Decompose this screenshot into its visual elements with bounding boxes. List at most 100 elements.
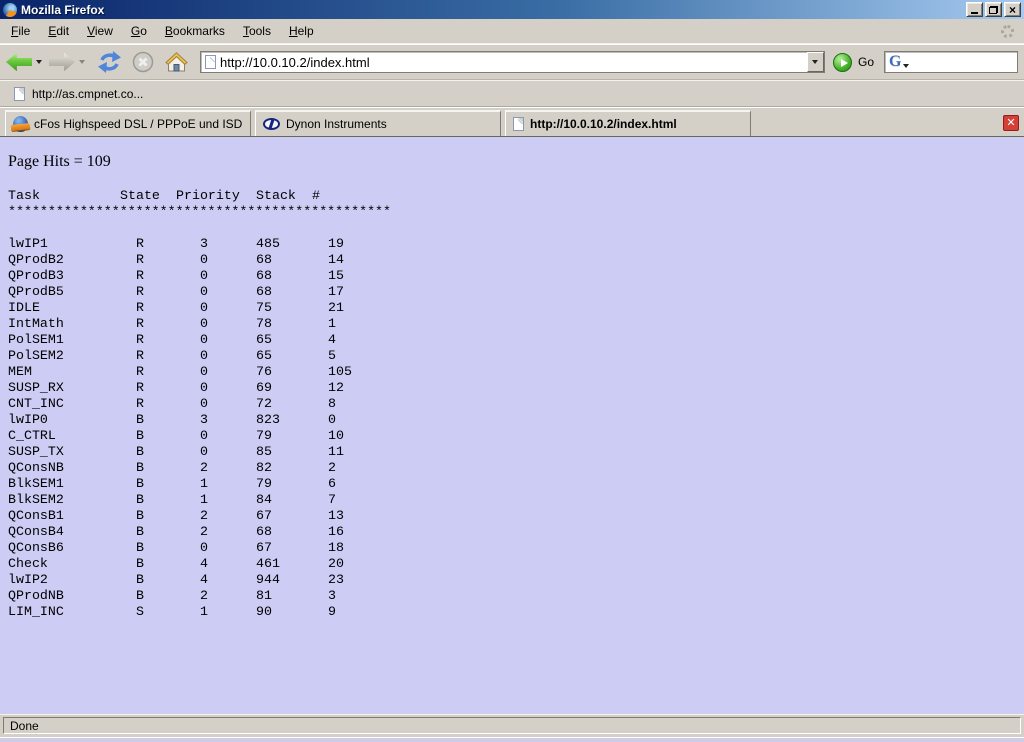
bookmark-label: http://as.cmpnet.co... xyxy=(32,87,143,101)
count-cell: 4 xyxy=(328,332,336,348)
table-row: SUSP_TXB08511 xyxy=(8,444,1016,460)
count-cell: 15 xyxy=(328,268,344,284)
search-bar[interactable]: G xyxy=(884,51,1018,73)
address-dropdown-caret xyxy=(812,60,818,64)
priority-cell: 0 xyxy=(200,444,256,460)
task-name-cell: MEM xyxy=(8,364,136,380)
dynon-icon xyxy=(263,118,280,130)
google-g-icon[interactable]: G xyxy=(889,54,901,70)
tab-label: Dynon Instruments xyxy=(286,117,387,131)
stop-button[interactable] xyxy=(132,51,154,73)
priority-cell: 1 xyxy=(200,492,256,508)
tab-dynon[interactable]: Dynon Instruments xyxy=(255,110,501,136)
stack-cell: 79 xyxy=(256,428,328,444)
menu-item[interactable]: Edit xyxy=(39,21,78,41)
tab-cfos[interactable]: cFos Highspeed DSL / PPPoE und ISDN CAP.… xyxy=(5,110,251,136)
table-row: QConsNBB2822 xyxy=(8,460,1016,476)
table-row: IntMathR0781 xyxy=(8,316,1016,332)
search-input[interactable] xyxy=(909,53,1024,71)
bookmark-item[interactable]: http://as.cmpnet.co... xyxy=(10,85,147,103)
stack-cell: 68 xyxy=(256,284,328,300)
count-cell: 21 xyxy=(328,300,344,316)
priority-cell: 0 xyxy=(200,380,256,396)
header-stack: Stack xyxy=(256,188,312,204)
count-cell: 11 xyxy=(328,444,344,460)
page-content: Page Hits = 109 TaskStatePriorityStack# … xyxy=(0,137,1024,714)
header-priority: Priority xyxy=(176,188,256,204)
address-bar[interactable] xyxy=(200,51,825,73)
state-cell: R xyxy=(136,348,200,364)
window-bottom-edge xyxy=(0,737,1024,742)
home-icon xyxy=(164,51,189,73)
header-state: State xyxy=(120,188,176,204)
priority-cell: 2 xyxy=(200,588,256,604)
menu-item[interactable]: Tools xyxy=(234,21,280,41)
task-name-cell: PolSEM2 xyxy=(8,348,136,364)
task-name-cell: QProdB2 xyxy=(8,252,136,268)
count-cell: 3 xyxy=(328,588,336,604)
minimize-button[interactable] xyxy=(966,2,983,17)
priority-cell: 0 xyxy=(200,300,256,316)
priority-cell: 0 xyxy=(200,396,256,412)
back-dropdown-caret[interactable] xyxy=(36,60,42,64)
count-cell: 16 xyxy=(328,524,344,540)
state-cell: B xyxy=(136,508,200,524)
go-button[interactable]: Go xyxy=(833,53,874,72)
reload-button[interactable] xyxy=(97,51,122,73)
task-name-cell: QProdB5 xyxy=(8,284,136,300)
page-icon xyxy=(513,117,524,131)
stack-cell: 84 xyxy=(256,492,328,508)
tab-close-button[interactable]: ✕ xyxy=(1003,115,1019,131)
menu-item[interactable]: Go xyxy=(122,21,156,41)
menu-item[interactable]: View xyxy=(78,21,122,41)
priority-cell: 0 xyxy=(200,332,256,348)
priority-cell: 0 xyxy=(200,252,256,268)
tab-label: cFos Highspeed DSL / PPPoE und ISDN CAP.… xyxy=(34,117,243,131)
count-cell: 12 xyxy=(328,380,344,396)
count-cell: 20 xyxy=(328,556,344,572)
menu-item[interactable]: Bookmarks xyxy=(156,21,234,41)
state-cell: R xyxy=(136,396,200,412)
stack-cell: 65 xyxy=(256,332,328,348)
priority-cell: 1 xyxy=(200,476,256,492)
cfos-icon xyxy=(13,116,28,132)
priority-cell: 0 xyxy=(200,284,256,300)
address-dropdown-button[interactable] xyxy=(807,52,824,72)
tab-label: http://10.0.10.2/index.html xyxy=(530,117,677,131)
priority-cell: 2 xyxy=(200,524,256,540)
navigation-toolbar: Go G xyxy=(0,44,1024,80)
priority-cell: 0 xyxy=(200,316,256,332)
table-row: QProdB3R06815 xyxy=(8,268,1016,284)
menu-item[interactable]: File xyxy=(2,21,39,41)
table-row: QConsB1B26713 xyxy=(8,508,1016,524)
table-row: QProdB5R06817 xyxy=(8,284,1016,300)
menu-item[interactable]: Help xyxy=(280,21,323,41)
count-cell: 14 xyxy=(328,252,344,268)
close-button[interactable]: × xyxy=(1004,2,1021,17)
stack-cell: 823 xyxy=(256,412,328,428)
home-button[interactable] xyxy=(164,51,189,73)
forward-dropdown-caret[interactable] xyxy=(79,60,85,64)
task-name-cell: CNT_INC xyxy=(8,396,136,412)
task-name-cell: QProdB3 xyxy=(8,268,136,284)
stack-cell: 67 xyxy=(256,540,328,556)
state-cell: B xyxy=(136,524,200,540)
state-cell: R xyxy=(136,236,200,252)
task-name-cell: IntMath xyxy=(8,316,136,332)
back-button[interactable] xyxy=(6,52,47,72)
tab-index-html[interactable]: http://10.0.10.2/index.html xyxy=(505,110,751,136)
count-cell: 5 xyxy=(328,348,336,364)
table-row: QProdNBB2813 xyxy=(8,588,1016,604)
table-row: SUSP_RXR06912 xyxy=(8,380,1016,396)
stack-cell: 68 xyxy=(256,268,328,284)
task-name-cell: BlkSEM1 xyxy=(8,476,136,492)
task-name-cell: lwIP0 xyxy=(8,412,136,428)
priority-cell: 0 xyxy=(200,348,256,364)
restore-button[interactable] xyxy=(985,2,1002,17)
forward-button[interactable] xyxy=(49,52,90,72)
table-row: BlkSEM2B1847 xyxy=(8,492,1016,508)
status-bar: Done xyxy=(0,714,1024,737)
address-input[interactable] xyxy=(216,53,807,71)
state-cell: R xyxy=(136,268,200,284)
priority-cell: 0 xyxy=(200,268,256,284)
